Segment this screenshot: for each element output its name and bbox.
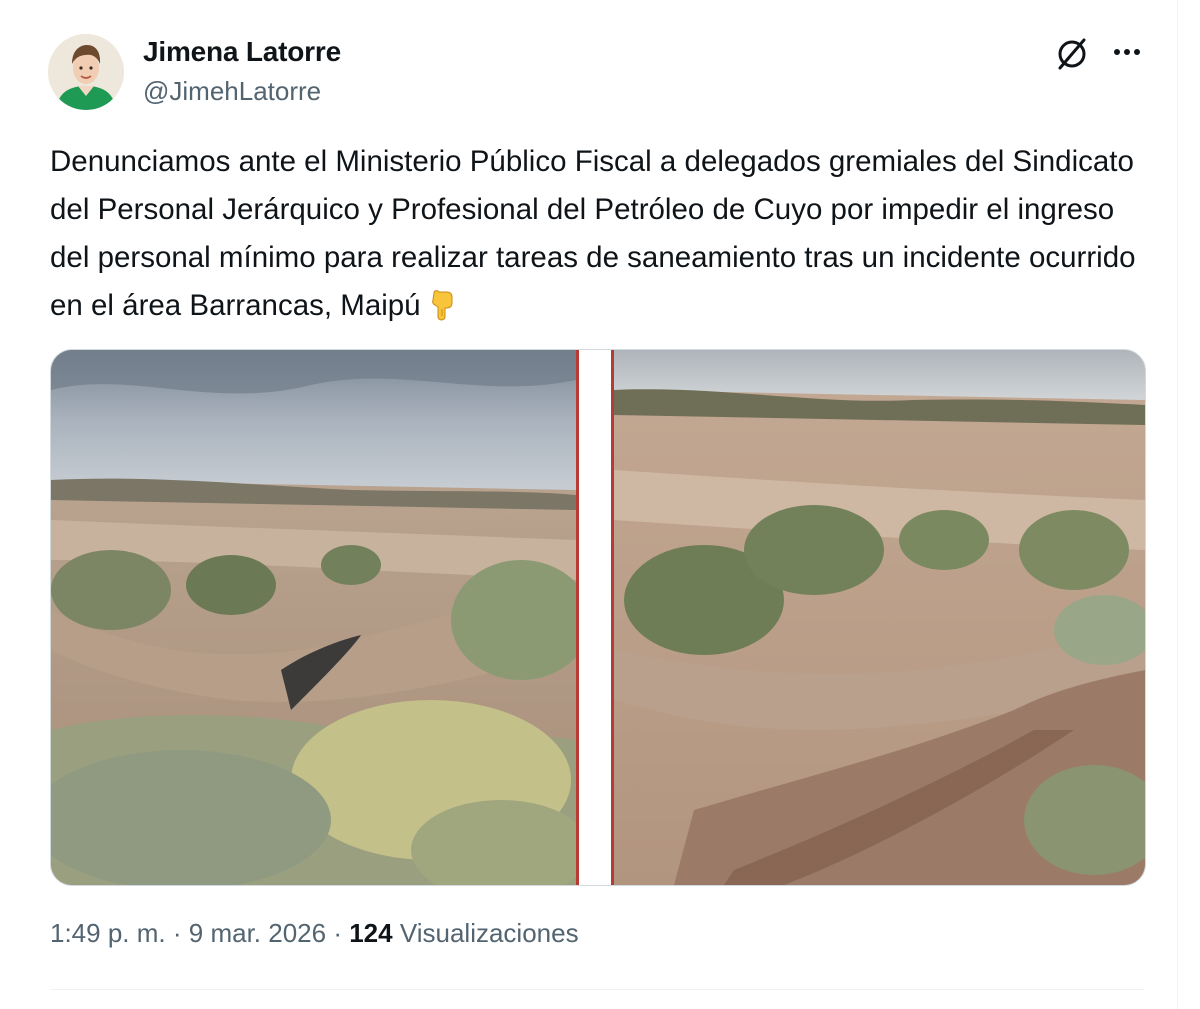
grok-icon[interactable] [1052, 34, 1092, 74]
divider [50, 989, 1144, 990]
tweet-text-content: Denunciamos ante el Ministerio Público F… [50, 145, 1136, 322]
author-handle[interactable]: @JimehLatorre [143, 76, 321, 107]
backhand-index-pointing-down-icon [425, 288, 457, 321]
divider-edge-left [576, 350, 579, 885]
photo-ravine-left[interactable] [51, 350, 576, 885]
avatar-image [48, 34, 124, 110]
scroll-edge [1177, 0, 1200, 1009]
photo-ravine-right[interactable] [614, 350, 1145, 885]
tweet-card: Jimena Latorre @JimehLatorre Denunciamos… [0, 0, 1200, 1009]
meta-separator: · [333, 918, 342, 948]
author-name[interactable]: Jimena Latorre [143, 36, 341, 68]
views-count: 124 [349, 918, 393, 948]
tweet-meta: 1:49 p. m. · 9 mar. 2026 · 124 Visualiza… [50, 918, 579, 949]
photo-divider [576, 350, 614, 885]
tweet-time[interactable]: 1:49 p. m. [50, 918, 166, 948]
more-icon[interactable] [1107, 34, 1147, 74]
tweet-text: Denunciamos ante el Ministerio Público F… [50, 138, 1160, 330]
media-grid [50, 349, 1146, 886]
meta-separator: · [172, 918, 182, 948]
tweet-date[interactable]: 9 mar. 2026 [189, 918, 326, 948]
avatar[interactable] [48, 34, 124, 110]
views-label: Visualizaciones [399, 918, 579, 948]
